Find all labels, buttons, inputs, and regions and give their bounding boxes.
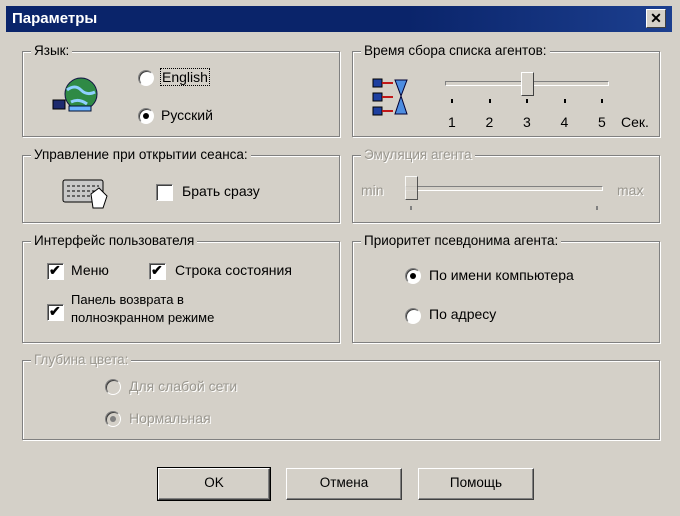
agent-list-time-tick	[563, 99, 566, 103]
color-depth-low-bandwidth-radio[interactable]	[105, 379, 121, 395]
agent-list-time-group: Время сбора списка агентов: 1 2 3 4 5 Сек.	[352, 43, 660, 137]
agent-emulation-legend: Эмуляция агента	[361, 147, 475, 162]
agent-emulation-tick	[410, 206, 412, 210]
color-depth-normal-radio[interactable]	[105, 411, 121, 427]
statusbar-label[interactable]: Строка состояния	[175, 262, 292, 278]
keyboard-hand-icon	[61, 172, 113, 212]
menu-checkbox[interactable]	[47, 262, 64, 280]
agent-emulation-tick	[596, 206, 598, 210]
statusbar-checkbox[interactable]	[149, 262, 166, 280]
take-now-checkbox[interactable]	[156, 184, 173, 201]
agent-emulation-track	[405, 186, 603, 191]
alias-priority-group: Приоритет псевдонима агента: По имени ко…	[352, 233, 660, 343]
globe-icon	[51, 74, 103, 118]
language-legend: Язык:	[31, 43, 73, 58]
return-panel-label-line2[interactable]: полноэкранном режиме	[71, 310, 214, 325]
agent-emulation-max-label: max	[617, 182, 644, 198]
agent-list-time-tick	[526, 99, 528, 103]
language-english-radio[interactable]	[138, 70, 154, 86]
language-group: Язык: English Русский	[22, 43, 340, 137]
color-depth-normal-label[interactable]: Нормальная	[129, 410, 211, 426]
return-panel-checkbox[interactable]	[47, 303, 64, 321]
color-depth-low-bandwidth-label[interactable]: Для слабой сети	[129, 378, 237, 394]
agent-list-time-tick-label: 3	[523, 114, 531, 130]
help-button[interactable]: Помощь	[418, 468, 534, 500]
agent-emulation-group: Эмуляция агента min max	[352, 147, 660, 223]
network-agents-icon	[371, 76, 411, 120]
agent-list-time-slider[interactable]	[521, 72, 534, 96]
agent-list-time-unit: Сек.	[621, 114, 649, 130]
alias-by-computer-name-label[interactable]: По имени компьютера	[429, 267, 574, 283]
agent-list-time-tick	[601, 99, 603, 103]
ok-button[interactable]: OK	[157, 467, 271, 501]
session-control-group: Управление при открытии сеанса: Брать ср…	[22, 147, 340, 223]
cancel-button[interactable]: Отмена	[286, 468, 402, 500]
agent-list-time-tick-label: 2	[485, 114, 494, 130]
close-button[interactable]: ✕	[646, 9, 666, 28]
window-title: Параметры	[12, 10, 98, 27]
language-russian-label[interactable]: Русский	[161, 107, 213, 123]
user-interface-legend: Интерфейс пользователя	[31, 233, 198, 248]
title-bar: Параметры ✕	[6, 6, 672, 32]
agent-list-time-tick-label: 5	[598, 114, 606, 130]
agent-list-time-tick-label: 4	[560, 114, 569, 130]
agent-emulation-min-label: min	[361, 182, 384, 198]
alias-by-address-radio[interactable]	[405, 308, 421, 324]
agent-list-time-tick	[451, 99, 453, 103]
agent-list-time-tick-label: 1	[448, 114, 456, 130]
language-russian-radio[interactable]	[138, 108, 154, 124]
session-control-legend: Управление при открытии сеанса:	[31, 147, 251, 162]
take-now-label[interactable]: Брать сразу	[182, 183, 260, 199]
language-english-label[interactable]: English	[160, 68, 210, 86]
user-interface-group: Интерфейс пользователя Меню Строка состо…	[22, 233, 340, 343]
return-panel-label-line1[interactable]: Панель возврата в	[71, 292, 184, 307]
menu-label[interactable]: Меню	[71, 262, 109, 278]
alias-by-computer-name-radio[interactable]	[405, 268, 421, 284]
agent-list-time-tick	[488, 99, 491, 103]
agent-emulation-slider[interactable]	[405, 176, 418, 200]
alias-by-address-label[interactable]: По адресу	[429, 306, 496, 322]
color-depth-group: Глубина цвета: Для слабой сети Нормальна…	[22, 352, 660, 440]
color-depth-legend: Глубина цвета:	[31, 352, 132, 367]
agent-list-time-legend: Время сбора списка агентов:	[361, 43, 550, 58]
alias-priority-legend: Приоритет псевдонима агента:	[361, 233, 562, 248]
